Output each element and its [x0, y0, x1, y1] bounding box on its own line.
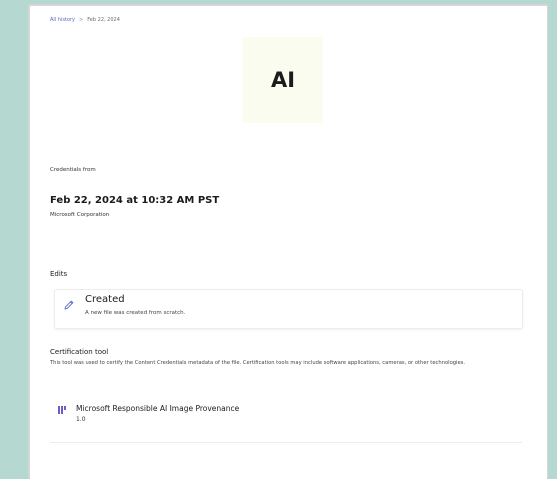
- certification-tool-item: Microsoft Responsible AI Image Provenanc…: [50, 396, 522, 443]
- image-thumbnail: AI: [243, 37, 323, 123]
- credentials-heading: Credentials from: [50, 167, 96, 173]
- tool-version: 1.0: [76, 416, 86, 423]
- pencil-icon: [64, 300, 74, 310]
- certification-heading: Certification tool: [50, 348, 109, 356]
- tool-name: Microsoft Responsible AI Image Provenanc…: [76, 404, 240, 413]
- breadcrumb-all-history-link[interactable]: All history: [50, 17, 75, 23]
- breadcrumb: All history > Feb 22, 2024: [50, 17, 120, 23]
- breadcrumb-separator: >: [79, 17, 84, 23]
- edits-heading: Edits: [50, 270, 68, 278]
- credentials-date: Feb 22, 2024 at 10:32 AM PST: [50, 195, 220, 206]
- content-credentials-panel: All history > Feb 22, 2024 AI Credential…: [30, 6, 547, 479]
- certification-description: This tool was used to certify the Conten…: [50, 360, 466, 366]
- breadcrumb-current: Feb 22, 2024: [87, 17, 120, 23]
- credentials-issuer: Microsoft Corporation: [50, 212, 110, 218]
- thumbnail-ai-text: AI: [270, 68, 296, 92]
- edit-card-created: Created A new file was created from scra…: [54, 289, 523, 329]
- microsoft-tool-icon: [58, 406, 66, 414]
- edit-description: A new file was created from scratch.: [85, 310, 186, 316]
- edit-title: Created: [85, 294, 125, 305]
